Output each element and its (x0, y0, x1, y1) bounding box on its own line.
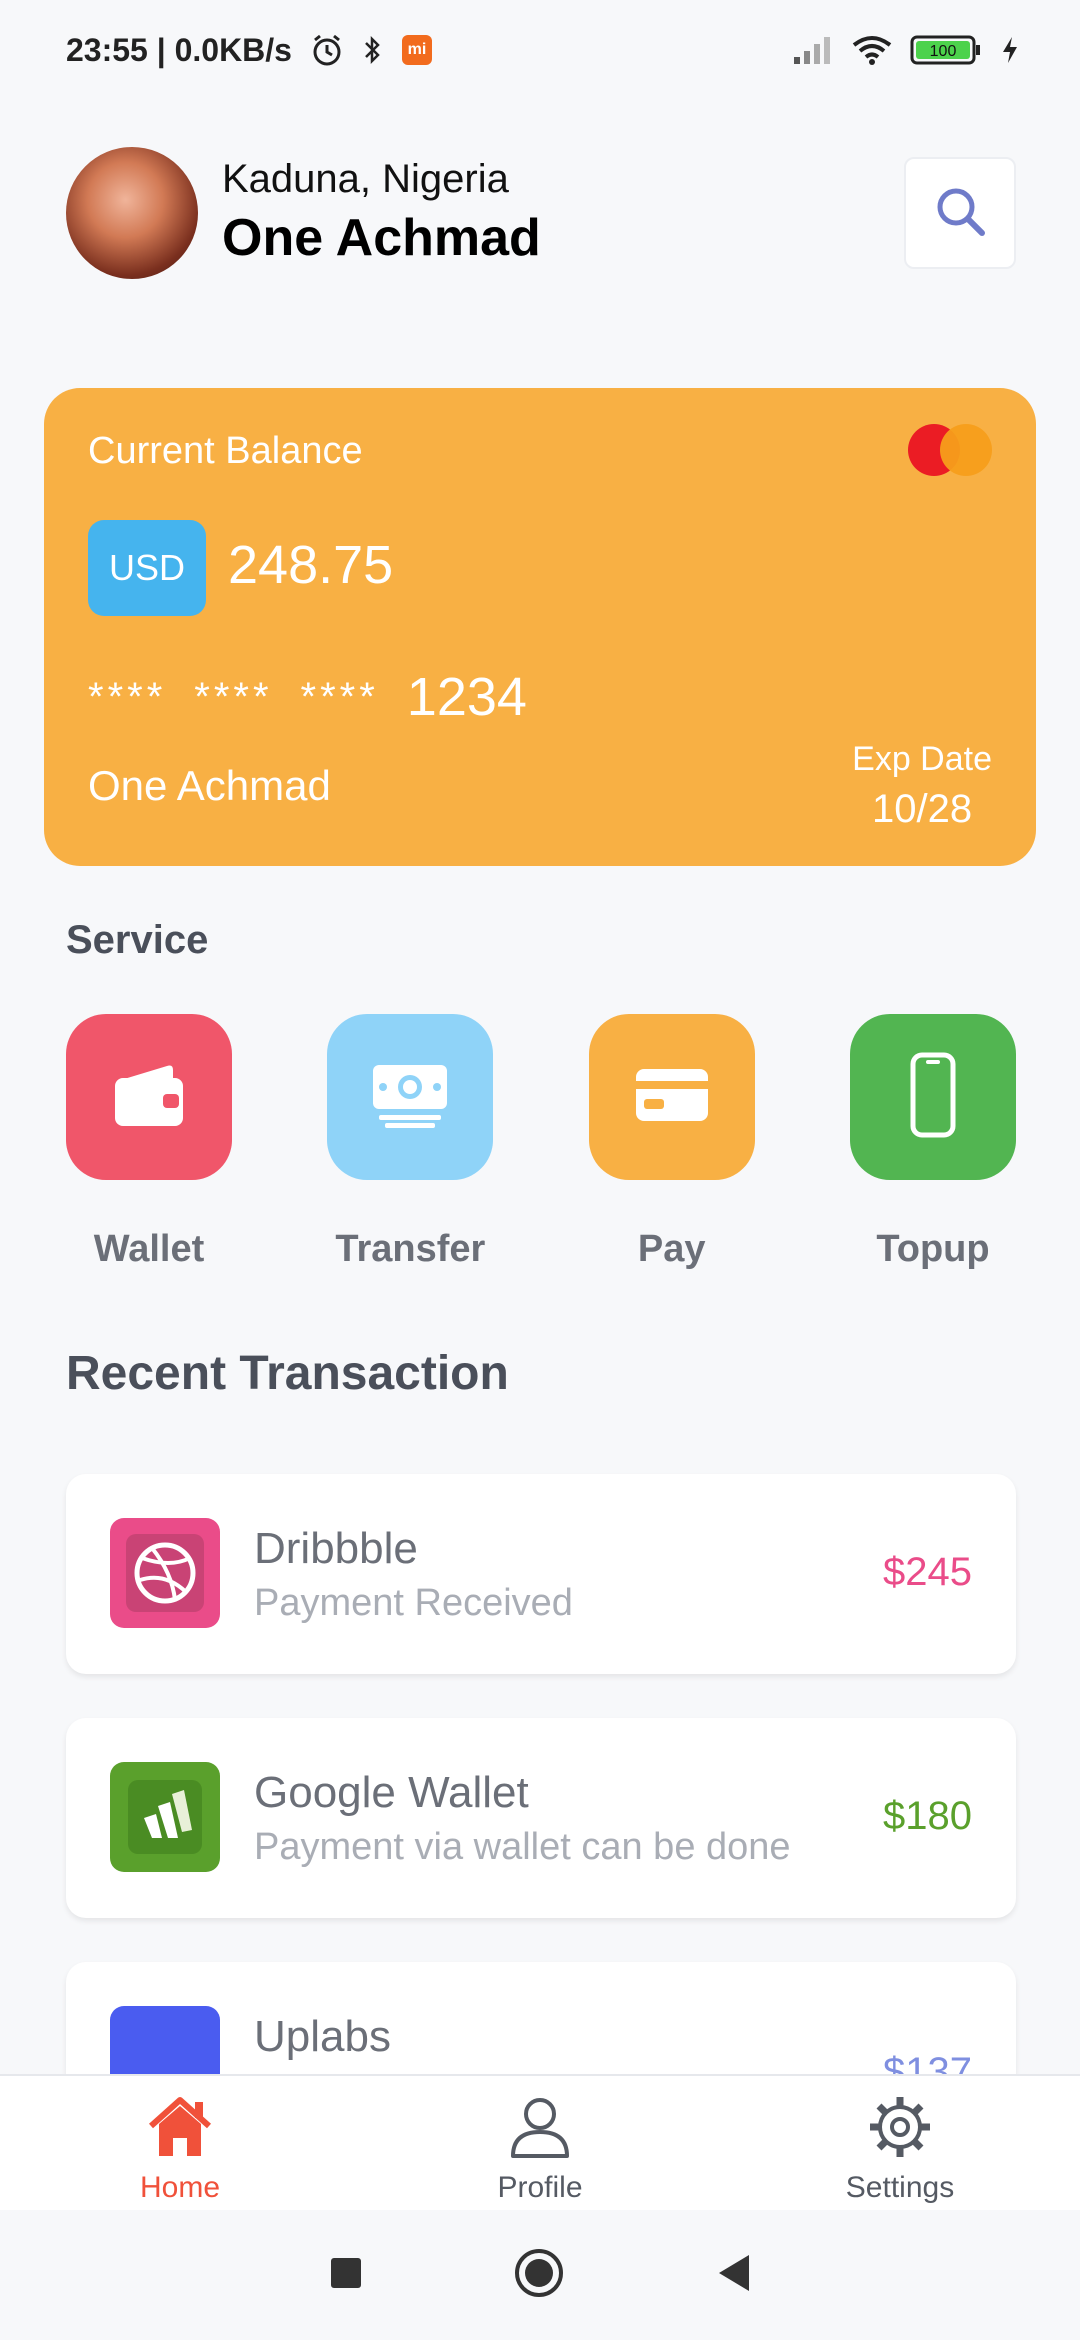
service-label: Transfer (335, 1228, 486, 1270)
service-topup[interactable]: Topup (849, 1014, 1016, 1271)
service-label: Wallet (93, 1228, 205, 1270)
card-last4: 1234 (406, 667, 527, 727)
avatar[interactable] (66, 146, 198, 279)
exp-label: Exp Date (852, 740, 992, 778)
card-holder: One Achmad (88, 762, 331, 809)
transaction-desc: Payment Received (254, 1582, 573, 1624)
mastercard-icon (908, 424, 992, 476)
card-title: Current Balance (88, 430, 363, 472)
recents-button[interactable] (329, 2256, 363, 2295)
google-wallet-icon (110, 1762, 220, 1872)
currency-badge: USD (88, 520, 206, 616)
header-text: Kaduna, Nigeria One Achmad (222, 157, 541, 268)
profile-icon (507, 2094, 573, 2165)
money-icon (369, 1059, 451, 1136)
location-label: Kaduna, Nigeria (222, 157, 509, 201)
wallet-tile[interactable] (66, 1014, 232, 1180)
topup-tile[interactable] (849, 1014, 1016, 1180)
mi-icon: mi (401, 35, 432, 65)
nav-label: Home (139, 2171, 221, 2204)
user-name: One Achmad (222, 209, 541, 267)
header: Kaduna, Nigeria One Achmad (66, 145, 1016, 280)
service-transfer[interactable]: Transfer (327, 1014, 494, 1271)
transaction-name: Dribbble (254, 1524, 418, 1573)
service-label: Topup (876, 1228, 990, 1270)
nav-home[interactable]: Home (0, 2076, 360, 2210)
card-mask-3: **** (300, 674, 379, 719)
nav-profile[interactable]: Profile (360, 2076, 720, 2210)
home-button[interactable] (513, 2247, 565, 2304)
charging-icon (1000, 35, 1020, 65)
battery-icon: 100 (910, 34, 982, 66)
wifi-icon (852, 35, 892, 65)
nav-label: Profile (497, 2171, 583, 2204)
bluetooth-icon (362, 35, 384, 65)
back-button[interactable] (715, 2253, 751, 2298)
status-left: 23:55 | 0.0KB/s mi (66, 32, 432, 69)
service-title: Service (66, 918, 209, 962)
nav-label: Settings (845, 2171, 955, 2204)
search-button[interactable] (904, 157, 1016, 269)
transaction-item[interactable]: Dribbble Payment Received $245 (66, 1474, 1016, 1674)
wallet-icon (111, 1060, 187, 1135)
signal-icon (792, 35, 834, 65)
transfer-tile[interactable] (327, 1014, 494, 1180)
expiry: Exp Date 10/28 (852, 740, 992, 832)
transaction-desc: Payment via wallet can be done (254, 1826, 791, 1868)
status-right: 100 (792, 34, 1020, 66)
uplabs-logo-text: up (133, 2056, 197, 2074)
system-nav (0, 2210, 1080, 2340)
recent-title: Recent Transaction (66, 1347, 509, 1400)
status-bar: 23:55 | 0.0KB/s mi 100 (0, 0, 1080, 100)
transaction-item[interactable]: up Uplabs $137 (66, 1962, 1016, 2074)
transaction-name: Google Wallet (254, 1768, 529, 1817)
transaction-amount: $180 (883, 1794, 972, 1838)
battery-level: 100 (930, 43, 957, 60)
pay-tile[interactable] (588, 1014, 755, 1180)
card-icon (634, 1065, 710, 1130)
nav-settings[interactable]: Settings (720, 2076, 1080, 2210)
balance-card[interactable]: Current Balance USD 248.75 **** **** ***… (44, 388, 1036, 866)
uplabs-icon: up (110, 2006, 220, 2074)
service-wallet[interactable]: Wallet (66, 1014, 232, 1271)
status-time-speed: 23:55 | 0.0KB/s (66, 31, 292, 68)
exp-value: 10/28 (872, 787, 973, 831)
service-pay[interactable]: Pay (588, 1014, 755, 1271)
card-mask-2: **** (194, 674, 273, 719)
card-mask-1: **** (88, 674, 167, 719)
transaction-amount: $245 (883, 1550, 972, 1594)
balance-amount: 248.75 (228, 535, 394, 595)
phone-icon (908, 1052, 958, 1143)
dribbble-icon (110, 1518, 220, 1628)
transaction-amount: $137 (883, 2050, 972, 2074)
service-label: Pay (637, 1228, 706, 1270)
search-icon (932, 183, 988, 244)
transaction-item[interactable]: Google Wallet Payment via wallet can be … (66, 1718, 1016, 1918)
card-number: **** **** **** 1234 (88, 666, 527, 728)
settings-icon (867, 2094, 933, 2165)
home-icon (145, 2094, 215, 2165)
bottom-nav: Home Profile Settings (0, 2074, 1080, 2210)
transaction-name: Uplabs (254, 2012, 391, 2061)
service-list: Wallet Transfer Pay Topup (66, 1014, 1016, 1271)
alarm-icon (310, 33, 344, 67)
